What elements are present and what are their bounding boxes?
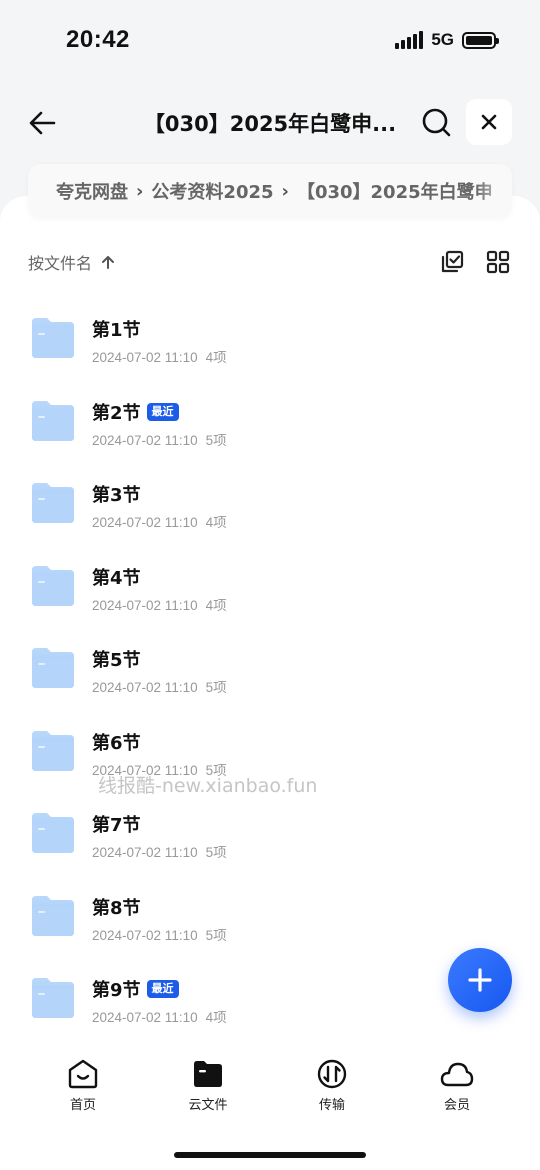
file-count: 4项 [205, 597, 227, 613]
sort-label: 按文件名 [28, 254, 93, 273]
file-date: 2024-07-02 11:10 [92, 927, 198, 943]
tab-label: 云文件 [188, 1098, 228, 1113]
checklist-icon [441, 250, 464, 273]
arrow-left-icon [29, 111, 56, 135]
file-name: 第7节 [92, 815, 141, 836]
search-button[interactable] [418, 104, 454, 140]
folder-icon [32, 483, 74, 523]
transfer-icon [317, 1059, 347, 1089]
tab-label: 首页 [69, 1098, 96, 1113]
network-label: 5G [431, 30, 454, 49]
home-icon [68, 1059, 98, 1089]
file-name: 第4节 [92, 567, 141, 589]
page-title: 【030】2025年白鹭申... [143, 112, 397, 136]
file-name: 第5节 [92, 650, 141, 671]
file-count: 5项 [205, 432, 227, 448]
close-icon [481, 114, 497, 130]
home-indicator [174, 1152, 366, 1158]
list-item[interactable]: 第3节 2024-07-02 11:10 4项 [0, 465, 540, 548]
file-meta: 2024-07-02 11:10 4项 [92, 346, 227, 366]
file-date: 2024-07-02 11:10 [92, 432, 198, 448]
file-meta: 2024-07-02 11:10 5项 [92, 924, 227, 944]
plus-icon [468, 968, 492, 992]
tab-label: 会员 [443, 1098, 470, 1113]
status-indicators: 5G [395, 30, 499, 50]
signal-icon [395, 31, 424, 49]
list-item[interactable]: 第5节 2024-07-02 11:10 5项 [0, 630, 540, 713]
file-date: 2024-07-02 11:10 [92, 597, 198, 613]
file-name: 第3节 [92, 485, 141, 506]
add-button[interactable] [448, 948, 512, 1012]
multi-select-button[interactable] [438, 248, 466, 276]
back-button[interactable] [26, 106, 60, 140]
status-time: 20:42 [66, 26, 130, 53]
file-count: 4项 [205, 515, 227, 530]
folder-icon [32, 648, 74, 688]
list-item[interactable]: 第1节 2024-07-02 11:10 4项 [0, 300, 540, 383]
file-date: 2024-07-02 11:10 [92, 845, 198, 860]
recent-badge: 最近 [146, 402, 179, 421]
folder-icon [194, 1061, 222, 1087]
list-item[interactable]: 第2节 最近 2024-07-02 11:10 5项 [0, 383, 540, 466]
tab-bar: 首页 云文件 传输 会员 [0, 1040, 540, 1170]
chevron-right-icon: › [136, 180, 144, 202]
tab-label: 传输 [318, 1098, 345, 1113]
tab-transfer[interactable]: 传输 [292, 1058, 372, 1113]
cloud-icon [440, 1062, 474, 1087]
list-item[interactable]: 第4节 2024-07-02 11:10 4项 [0, 548, 540, 631]
grid-icon [486, 250, 510, 274]
list-item[interactable]: 第7节 2024-07-02 11:10 5项 [0, 795, 540, 878]
close-button[interactable] [466, 99, 512, 145]
tab-vip[interactable]: 会员 [417, 1058, 497, 1113]
breadcrumb-item-root[interactable]: 夸克网盘 [56, 178, 128, 204]
file-name: 第1节 [92, 320, 141, 341]
folder-icon [32, 978, 74, 1018]
battery-icon [462, 31, 499, 49]
breadcrumb: 夸克网盘 › 公考资料2025 › 【030】2025年白鹭申 [28, 164, 512, 218]
file-name: 第2节 [92, 402, 141, 424]
watermark: 线报酷-new.xianbao.fun [98, 775, 318, 797]
file-date: 2024-07-02 11:10 [92, 515, 198, 530]
list-item[interactable]: 第8节 2024-07-02 11:10 5项 [0, 878, 540, 961]
folder-icon [32, 318, 74, 358]
file-name: 第8节 [92, 897, 141, 919]
file-date: 2024-07-02 11:10 [92, 350, 198, 365]
sort-row: 按文件名 [28, 250, 512, 278]
grid-view-button[interactable] [484, 248, 512, 276]
file-meta: 2024-07-02 11:10 4项 [92, 594, 227, 614]
sort-button[interactable]: 按文件名 [28, 250, 116, 274]
breadcrumb-fade [476, 164, 512, 218]
folder-icon [32, 400, 74, 441]
file-meta: 2024-07-02 11:10 5项 [92, 841, 227, 861]
tab-home[interactable]: 首页 [43, 1058, 123, 1113]
file-name: 第6节 [92, 732, 141, 754]
recent-badge: 最近 [146, 980, 179, 998]
file-list: 第1节 2024-07-02 11:10 4项 第2节 最近 2024-07-02… [0, 300, 540, 1043]
file-meta: 2024-07-02 11:10 5项 [92, 676, 227, 696]
nav-bar: 【030】2025年白鹭申... [0, 96, 540, 148]
file-meta: 2024-07-02 11:10 4项 [92, 1006, 227, 1026]
breadcrumb-item-parent[interactable]: 公考资料2025 [151, 178, 273, 204]
file-count: 5项 [205, 680, 227, 695]
breadcrumb-item-current[interactable]: 【030】2025年白鹭申 [297, 178, 493, 204]
file-count: 5项 [205, 927, 227, 943]
file-date: 2024-07-02 11:10 [92, 680, 198, 695]
file-meta: 2024-07-02 11:10 4项 [92, 511, 227, 531]
search-icon [422, 108, 451, 137]
folder-icon [32, 813, 74, 853]
tab-cloud-files[interactable]: 云文件 [168, 1058, 248, 1113]
file-date: 2024-07-02 11:10 [92, 1010, 198, 1025]
chevron-right-icon: › [281, 180, 289, 202]
folder-icon [32, 730, 74, 771]
status-bar: 20:42 5G [0, 0, 540, 80]
file-count: 4项 [205, 350, 227, 365]
file-count: 4项 [205, 1010, 227, 1025]
file-meta: 2024-07-02 11:10 5项 [92, 429, 227, 449]
file-count: 5项 [205, 845, 227, 860]
file-name: 第9节 [92, 980, 141, 1001]
folder-icon [32, 895, 74, 936]
arrow-up-icon [102, 256, 115, 269]
folder-icon [32, 565, 74, 606]
